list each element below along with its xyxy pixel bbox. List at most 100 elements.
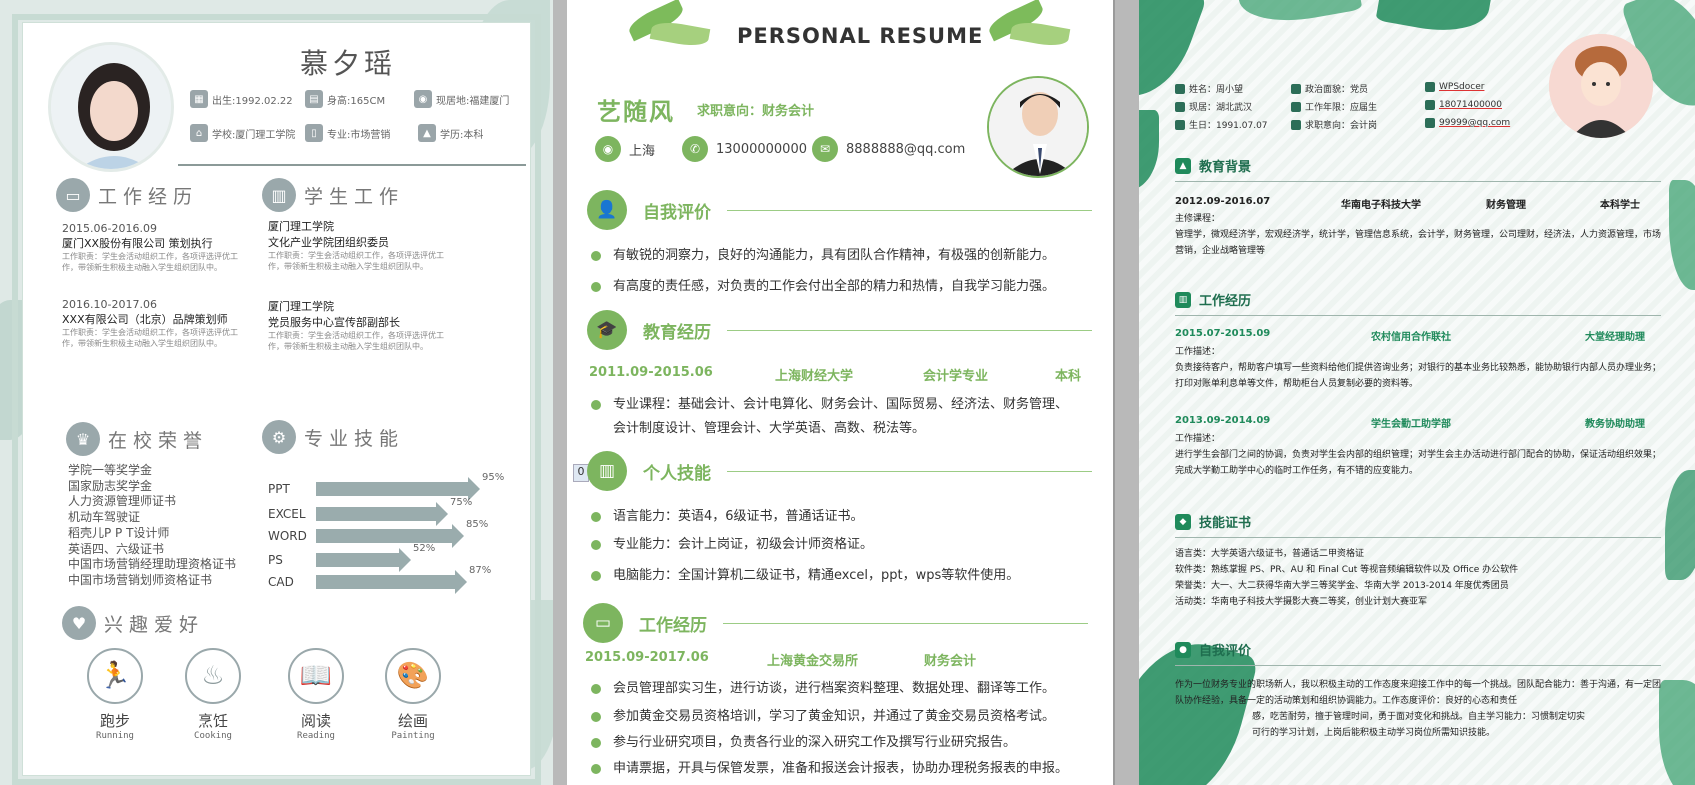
job-objective: 求职意向：财务会计 (697, 104, 815, 119)
phone-icon (1425, 100, 1435, 110)
section-student: ▥ 学生工作 (262, 178, 404, 212)
candidate-name: 慕夕瑶 (300, 47, 397, 80)
bullet-item: 参加黄金交易员资格培训，学习了黄金知识，并通过了黄金交易员资格考试。 (589, 705, 1089, 729)
honors-list: 学院一等奖学金 国家励志奖学金 人力资源管理师证书 机动车驾驶证 稻壳儿P P … (68, 463, 236, 589)
hobby-reading: 📖 阅读 Reading (281, 648, 351, 741)
self-eval-text: 感，吃苦耐劳，擅于管理时间，勇于面对变化和挑战。自主学习能力：习惯制定切实 (1252, 712, 1586, 722)
header-divider (178, 164, 526, 166)
bullet-item: 申请票据，开具与保管发票，准备和报送会计报表，协助办理税务报表的申报。 (589, 757, 1089, 781)
user-icon: ● (1175, 641, 1191, 658)
edu-date: 2011.09-2015.06 (589, 365, 713, 380)
job-desc: 负责接待客户，帮助客户填写一些资料给他们提供咨询业务；对银行的基本业务比较熟悉，… (1175, 363, 1662, 389)
cert-item: 活动类：华南电子科技大学摄影大赛二等奖，创业计划大赛亚军 (1175, 597, 1428, 607)
info-objective: 求职意向：会计岗 (1291, 118, 1377, 131)
computer-icon: ▭ (583, 603, 623, 643)
section-education: ▲ 教育背景 (1175, 156, 1661, 182)
web-icon (1425, 82, 1435, 92)
work-entry: 2016.10-2017.06 XXX有限公司（北京）品牌策划师 工作职责：学生… (62, 298, 238, 348)
self-eval-text: 可行的学习计划，上岗后能积极主动学习岗位所需知识技能。 (1252, 728, 1496, 738)
skill-bar: 52% (316, 543, 435, 572)
skill-bar: 75% (316, 497, 472, 526)
bullet-item: 有敏锐的洞察力，良好的沟通能力，具有团队合作精神，有极强的创新能力。 (589, 244, 1089, 268)
book-open-icon: 📖 (288, 648, 344, 704)
book-icon: ▯ (305, 124, 323, 142)
flag-icon (1291, 83, 1301, 94)
palette-icon: 🎨 (385, 648, 441, 704)
cake-icon (1175, 119, 1185, 130)
resume-page-1: 慕夕瑶 ▦ 出生:1992.02.22 ▤ 身高:165CM ◉ 现居地:福建厦门 ⌂… (0, 0, 553, 785)
page-edge (1113, 0, 1115, 785)
resume-title: PERSONAL RESUME (737, 24, 984, 48)
tag-icon: ◆ (1175, 513, 1191, 530)
info-height: ▤ 身高:165CM (305, 90, 385, 108)
bullet-item: 专业课程：基础会计、会计电算化、财务会计、国际贸易、经济法、财务管理、会计制度设… (589, 393, 1069, 441)
info-web: WPSdocer (1425, 82, 1484, 92)
bullet-item: 有高度的责任感，对负责的工作会付出全部的精力和热情，自我学习能力强。 (589, 275, 1089, 299)
job-date: 2013.09-2014.09 (1175, 415, 1271, 426)
bullet-item: 语言能力：英语4，6级证书，普通话证书。 (589, 505, 1089, 529)
cert-item: 语言类：大学英语六级证书，普通话二甲资格证 (1175, 549, 1365, 559)
section-self-eval: 👤 自我评价 (587, 190, 1092, 230)
leaf-decoration (1009, 19, 1071, 49)
info-experience: 工作年限：应届生 (1291, 100, 1377, 113)
cert-item: 软件类：熟练掌握 PS、PR、AU 和 Final Cut 等视音频编辑软件以及… (1175, 565, 1519, 575)
briefcase-icon (1291, 101, 1301, 112)
honor-item: 人力资源管理师证书 (68, 494, 177, 509)
honor-item: 机动车驾驶证 (68, 510, 141, 525)
edu-major: 财务管理 (1486, 200, 1526, 211)
skill-bar: 87% (316, 565, 491, 594)
gear-icon: ⚙ (262, 420, 296, 454)
skill-bar: 95% (316, 472, 504, 501)
cert-item: 荣誉类：大一、大二获得华南大学三等奖学金、华南大学 2013-2014 年度优秀… (1175, 581, 1509, 591)
graduation-cap-icon: ▲ (418, 124, 436, 142)
skill-row: CAD 87% (268, 565, 492, 594)
running-icon: 🏃 (87, 648, 143, 704)
edu-degree: 本科学士 (1600, 200, 1640, 211)
avatar (1549, 34, 1653, 138)
heart-icon: ♥ (62, 606, 96, 640)
bullet-item: 专业能力：会计上岗证，初级会计师资格证。 (589, 533, 1089, 557)
bullet-item: 会员管理部实习生，进行访谈，进行档案资料整理、数据处理、翻译等工作。 (589, 677, 1089, 701)
edu-school: 华南电子科技大学 (1341, 200, 1421, 211)
work-date: 2015.09-2017.06 (585, 650, 709, 665)
contact-location: ◉ 上海 (595, 136, 655, 162)
honor-item: 学院一等奖学金 (68, 463, 153, 477)
bullet-item: 电脑能力：全国计算机二级证书，精通excel，ppt，wps等软件使用。 (589, 564, 1089, 588)
target-icon (1291, 119, 1301, 130)
edu-major: 会计学专业 (923, 369, 989, 384)
chart-icon: ▥ (1175, 291, 1191, 308)
home-icon (1175, 101, 1185, 112)
edu-date: 2012.09-2016.07 (1175, 196, 1271, 207)
resume-page-2: PERSONAL RESUME 艺随风 求职意向：财务会计 ◉ 上海 ✆ 13000… (567, 0, 1115, 785)
job-date: 2015.07-2015.09 (1175, 328, 1271, 339)
info-major: ▯ 专业:市场营销 (305, 124, 390, 142)
bullet-item: 参与行业研究项目，负责各行业的深入研究工作及撰写行业研究报告。 (589, 731, 1089, 755)
honor-item: 中国市场营销划师资格证书 (68, 572, 213, 587)
info-school: ⌂ 学校:厦门理工学院 (190, 124, 295, 142)
section-honors: ♛ 在校荣誉 (66, 422, 208, 456)
graduation-cap-icon: ▲ (1175, 157, 1191, 174)
student-entry: 厦门理工学院 文化产业学院团组织委员 工作职责：学生会活动组织工作，各项评选评优… (268, 220, 444, 271)
leaf-decoration (649, 19, 711, 49)
info-birth: ▦ 出生:1992.02.22 (190, 90, 293, 108)
contact-email: ✉ 8888888@qq.com (812, 136, 965, 162)
location-pin-icon: ◉ (595, 136, 621, 162)
job-role: 教务协助助理 (1585, 419, 1645, 430)
job-desc: 进行学生会部门之间的协调，负责对学生会内部的组织管理；对学生会主办活动进行部门配… (1175, 450, 1662, 476)
candidate-name: 艺随风 (597, 98, 675, 126)
work-role: 财务会计 (924, 654, 977, 669)
profile-photo (48, 42, 174, 172)
skill-row: PPT 95% (268, 472, 505, 501)
mail-icon: ✉ (812, 136, 838, 162)
ruler-icon: ▤ (305, 90, 323, 108)
trophy-icon: ♛ (66, 422, 100, 456)
section-work: ▭ 工作经历 (583, 603, 1088, 643)
skill-bar: 85% (316, 519, 488, 548)
info-email: 99999@qq.com (1425, 118, 1510, 128)
student-entry: 厦门理工学院 党员服务中心宣传部副部长 工作职责：学生会活动组织工作，各项评选评… (268, 300, 444, 351)
skill-row: EXCEL 75% (268, 497, 473, 526)
section-skills: ▥ 个人技能 (587, 451, 1092, 491)
honor-item: 中国市场营销经理助理资格证书 (68, 557, 237, 572)
graduation-cap-icon: 🎓 (587, 310, 627, 350)
section-skills: ⚙ 专业技能 (262, 420, 404, 454)
